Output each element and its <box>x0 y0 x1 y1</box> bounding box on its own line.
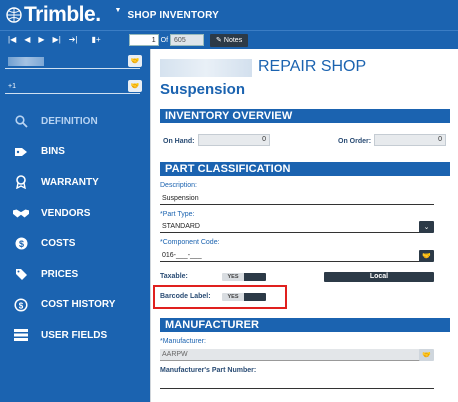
sidebar-item-cost-history[interactable]: $ COST HISTORY <box>0 290 150 321</box>
part-classification-header: PART CLASSIFICATION <box>160 162 450 176</box>
manufacturer-lookup-button[interactable]: 🤝 <box>419 349 434 361</box>
part-type-label: *Part Type: <box>160 211 195 218</box>
on-hand-value: 0 <box>198 134 270 146</box>
handshake-icon: 🤝 <box>422 253 431 260</box>
handshake-icon: 🤝 <box>422 352 431 359</box>
price-tag-icon <box>13 267 29 281</box>
ribbon-icon <box>13 175 29 190</box>
record-total: 605 <box>170 34 205 46</box>
sidebar-shop-field[interactable]: 🤝 <box>5 55 142 69</box>
new-record-button[interactable]: ▮+ <box>92 36 101 44</box>
part-type-select[interactable]: STANDARD <box>160 221 420 233</box>
local-button[interactable]: Local <box>324 272 434 282</box>
shop-name: REPAIR SHOP <box>258 58 367 75</box>
taxable-toggle-text: YES <box>222 273 244 281</box>
sidebar-item-prices[interactable]: PRICES <box>0 259 150 290</box>
sidebar-item-label: DEFINITION <box>41 115 98 127</box>
component-code-field[interactable]: 016-___-___ <box>160 250 420 262</box>
svg-text:$: $ <box>18 239 23 249</box>
sidebar-part-value: +1 <box>8 83 16 90</box>
sidebar-item-warranty[interactable]: WARRANTY <box>0 167 150 198</box>
sidebar: 🤝 +1 🤝 DEFINITION BINS WARRANTY VENDORS … <box>0 49 150 402</box>
main-content: REPAIR SHOP Suspension INVENTORY OVERVIE… <box>150 49 458 402</box>
toggle-knob <box>244 273 266 281</box>
sidebar-item-definition[interactable]: DEFINITION <box>0 106 150 137</box>
brand-name: Trimble. <box>24 3 101 26</box>
part-title: Suspension <box>160 81 246 98</box>
record-toolbar: |◀ ◀ ▶ ▶| ➔| ▮+ 1 Of 605 ✎ Notes <box>0 30 458 49</box>
trimble-globe-icon <box>6 7 22 23</box>
sidebar-item-label: BINS <box>41 146 65 158</box>
chevron-down-icon: ⌄ <box>423 224 430 231</box>
record-of-label: Of <box>160 36 169 44</box>
sidebar-item-vendors[interactable]: VENDORS <box>0 198 150 229</box>
dollar-history-icon: $ <box>13 298 29 312</box>
sidebar-item-label: WARRANTY <box>41 176 99 188</box>
manufacturer-part-number-field[interactable] <box>160 388 434 389</box>
redacted-shop-value <box>8 57 44 66</box>
lookup-handshake-icon[interactable]: 🤝 <box>128 55 142 67</box>
description-field[interactable]: Suspension <box>160 193 434 205</box>
content-divider <box>150 49 151 402</box>
sidebar-item-label: USER FIELDS <box>41 329 108 341</box>
previous-record-button[interactable]: ◀ <box>24 36 30 44</box>
lookup-handshake-icon[interactable]: 🤝 <box>128 80 142 92</box>
list-icon <box>13 328 29 342</box>
next-record-button[interactable]: ▶ <box>38 36 44 44</box>
tag-icon <box>13 145 29 159</box>
part-type-dropdown-button[interactable]: ⌄ <box>419 221 434 233</box>
manufacturer-part-number-label: Manufacturer's Part Number: <box>160 367 257 374</box>
sidebar-item-user-fields[interactable]: USER FIELDS <box>0 320 150 351</box>
barcode-label: Barcode Label: <box>160 293 211 300</box>
handshake-icon <box>13 206 29 220</box>
taxable-toggle[interactable]: YES <box>222 273 266 281</box>
sidebar-item-label: COST HISTORY <box>41 299 116 311</box>
notes-button[interactable]: ✎ Notes <box>210 33 249 47</box>
last-record-button[interactable]: ▶| <box>53 36 61 44</box>
menu-caret-icon[interactable]: ▼ <box>115 7 122 14</box>
sidebar-part-field[interactable]: +1 🤝 <box>5 80 142 94</box>
sidebar-item-costs[interactable]: $ COSTS <box>0 228 150 259</box>
jump-to-record-button[interactable]: ➔| <box>69 36 78 44</box>
toggle-knob <box>244 293 266 301</box>
description-label: Description: <box>160 182 197 189</box>
inventory-overview-header: INVENTORY OVERVIEW <box>160 109 450 123</box>
page-title: SHOP INVENTORY <box>127 9 219 21</box>
component-code-lookup-button[interactable]: 🤝 <box>419 250 434 262</box>
component-code-label: *Component Code: <box>160 239 220 246</box>
dollar-coin-icon: $ <box>13 237 29 251</box>
manufacturer-field[interactable]: AARPW <box>160 349 420 361</box>
notes-button-label: Notes <box>223 36 243 44</box>
redacted-shop-prefix <box>160 59 252 77</box>
sidebar-item-label: PRICES <box>41 268 79 280</box>
svg-text:$: $ <box>19 301 24 310</box>
trimble-logo: Trimble. <box>6 3 101 27</box>
first-record-button[interactable]: |◀ <box>8 36 16 44</box>
sidebar-item-label: COSTS <box>41 238 76 250</box>
barcode-label-toggle[interactable]: YES <box>222 293 266 301</box>
manufacturer-label: *Manufacturer: <box>160 338 206 345</box>
sidebar-item-bins[interactable]: BINS <box>0 137 150 168</box>
sidebar-nav: DEFINITION BINS WARRANTY VENDORS $ COSTS <box>0 106 150 351</box>
sidebar-item-label: VENDORS <box>41 207 91 219</box>
app-header: Trimble. ▼ SHOP INVENTORY <box>0 0 458 30</box>
taxable-label: Taxable: <box>160 273 188 280</box>
pencil-icon: ✎ <box>216 36 222 44</box>
on-hand-label: On Hand: <box>163 138 195 145</box>
manufacturer-header: MANUFACTURER <box>160 318 450 332</box>
record-number-input[interactable]: 1 <box>128 34 159 46</box>
on-order-value: 0 <box>374 134 446 146</box>
on-order-label: On Order: <box>338 138 372 145</box>
record-navigator: 1 Of 605 <box>128 34 205 46</box>
search-icon <box>13 114 29 128</box>
barcode-toggle-text: YES <box>222 293 244 301</box>
